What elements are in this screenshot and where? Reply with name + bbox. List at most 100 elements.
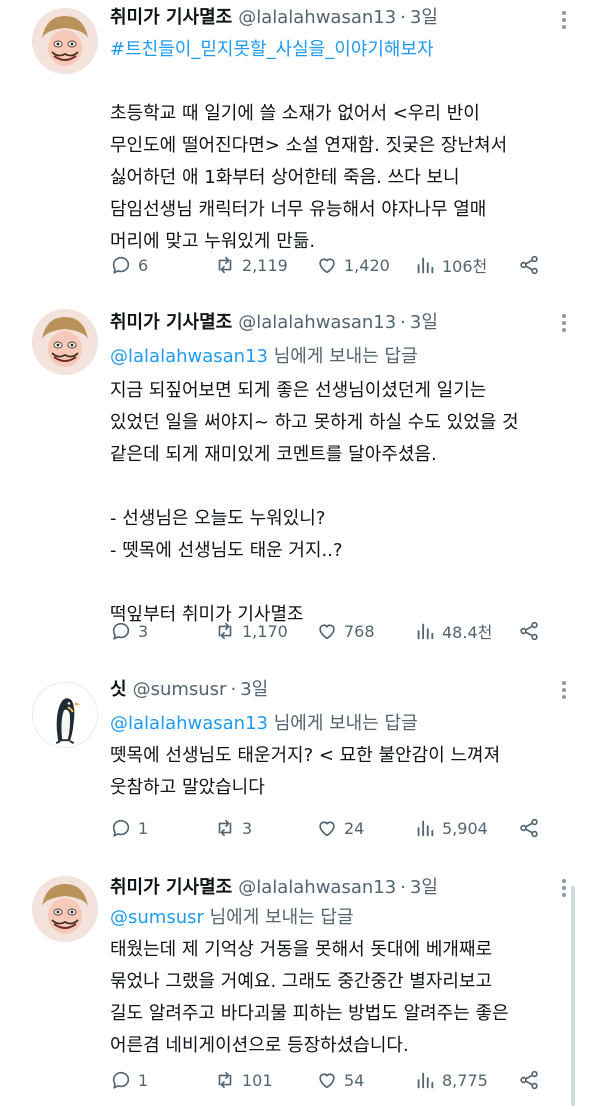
action-bar: 1 101 54 8,775 <box>110 1065 550 1095</box>
views-chart-icon <box>417 257 434 274</box>
retweet-count: 2,119 <box>242 255 288 275</box>
reply-button[interactable]: 1 <box>110 1065 148 1095</box>
timestamp[interactable]: 3일 <box>410 312 438 333</box>
timestamp[interactable]: 3일 <box>410 877 438 898</box>
tweet[interactable]: 싯 @sumsusr · 3일 @lalalahwasan13 님에게 보내는 답글 … <box>0 672 600 867</box>
share-icon <box>520 621 538 641</box>
tweet-text: 초등학교 때 일기에 쓸 소재가 없어서 <우리 반이 무인도에 떨어진다면> … <box>110 103 508 252</box>
views-chart-icon <box>417 1072 434 1089</box>
like-button[interactable]: 1,420 <box>316 250 390 280</box>
heart-icon <box>319 258 335 274</box>
separator-dot: · <box>400 7 406 28</box>
view-count: 106천 <box>442 257 488 276</box>
like-count: 24 <box>344 818 365 838</box>
retweet-count: 1,170 <box>242 621 288 641</box>
reply-count: 1 <box>138 1070 149 1090</box>
retweet-count: 3 <box>242 818 253 838</box>
reply-icon <box>112 1071 130 1089</box>
tweet[interactable]: 취미가 기사멸조 @lalalahwasan13 · 3일 @sumsusr 님에게 … <box>0 872 600 1109</box>
timestamp[interactable]: 3일 <box>240 679 268 700</box>
retweet-button[interactable]: 1,170 <box>214 616 288 646</box>
reply-to-label: 님에게 보내는 답글 <box>267 713 418 734</box>
more-options-icon[interactable] <box>554 309 574 337</box>
tweet-text: 지금 되짚어보면 되게 좋은 선생님이셨던게 일기는 있었던 일을 써야지~ 하… <box>110 380 519 625</box>
share-button[interactable] <box>518 1065 540 1095</box>
action-bar: 6 2,119 1,420 106천 <box>110 250 550 280</box>
tweet[interactable]: 취미가 기사멸조 @lalalahwasan13 · 3일 #트친들이_믿지못할_사실… <box>0 0 600 300</box>
like-count: 1,420 <box>344 255 390 275</box>
tweet-text: 뗏목에 선생님도 태운거지? < 묘한 불안감이 느껴져 웃참하고 말았습니다 <box>110 745 501 798</box>
avatar[interactable] <box>32 309 98 375</box>
like-button[interactable]: 24 <box>316 813 364 843</box>
view-count: 5,904 <box>442 818 488 838</box>
views-chart-icon <box>417 623 434 640</box>
retweet-icon <box>218 622 232 640</box>
reply-mention-link[interactable]: @lalalahwasan13 <box>110 713 268 734</box>
avatar[interactable] <box>32 8 98 74</box>
view-count: 8,775 <box>442 1070 488 1090</box>
retweet-button[interactable]: 2,119 <box>214 250 288 280</box>
retweet-button[interactable]: 3 <box>214 813 252 843</box>
reply-button[interactable]: 1 <box>110 813 148 843</box>
share-button[interactable] <box>518 250 540 280</box>
share-button[interactable] <box>518 813 540 843</box>
more-options-icon[interactable] <box>554 6 574 34</box>
timestamp[interactable]: 3일 <box>410 7 438 28</box>
more-options-icon[interactable] <box>554 676 574 704</box>
retweet-button[interactable]: 101 <box>214 1065 273 1095</box>
replying-to: @lalalahwasan13 님에게 보내는 답글 <box>110 710 418 738</box>
views-button[interactable]: 5,904 <box>414 813 488 843</box>
heart-icon <box>319 821 335 837</box>
like-button[interactable]: 54 <box>316 1065 364 1095</box>
separator-dot: · <box>400 877 406 898</box>
retweet-icon <box>218 1071 232 1089</box>
retweet-icon <box>218 819 232 837</box>
user-handle[interactable]: @lalalahwasan13 <box>238 7 396 28</box>
user-handle[interactable]: @lalalahwasan13 <box>238 312 396 333</box>
retweet-icon <box>218 256 232 274</box>
retweet-count: 101 <box>242 1070 273 1090</box>
separator-dot: · <box>230 679 237 700</box>
reply-count: 3 <box>138 621 149 641</box>
display-name[interactable]: 싯 <box>110 679 127 700</box>
share-icon <box>520 255 538 275</box>
separator-dot: · <box>400 312 406 333</box>
tweet[interactable]: 취미가 기사멸조 @lalalahwasan13 · 3일 @lalalahwasan… <box>0 305 600 665</box>
reply-icon <box>112 622 130 640</box>
avatar[interactable] <box>32 876 98 942</box>
share-icon <box>520 818 538 838</box>
display-name[interactable]: 취미가 기사멸조 <box>110 7 232 28</box>
action-bar: 1 3 24 5,904 <box>110 813 550 843</box>
user-handle[interactable]: @sumsusr <box>133 679 227 700</box>
reply-mention-link[interactable]: @lalalahwasan13 <box>110 346 268 367</box>
views-button[interactable]: 8,775 <box>414 1065 488 1095</box>
reply-button[interactable]: 3 <box>110 616 148 646</box>
heart-icon <box>319 624 335 640</box>
reply-to-label: 님에게 보내는 답글 <box>203 907 354 928</box>
avatar[interactable] <box>32 682 98 748</box>
like-button[interactable]: 768 <box>316 616 375 646</box>
user-handle[interactable]: @lalalahwasan13 <box>238 877 396 898</box>
views-button[interactable]: 48.4천 <box>414 616 492 646</box>
reply-icon <box>112 819 130 837</box>
reply-to-label: 님에게 보내는 답글 <box>267 346 418 367</box>
views-button[interactable]: 106천 <box>414 250 487 280</box>
like-count: 54 <box>344 1070 365 1090</box>
scrollbar[interactable] <box>571 886 575 1106</box>
tweet-text: 태웠는데 제 기억상 거동을 못해서 돗대에 베개째로 묶었나 그랬을 거예요.… <box>110 939 509 1056</box>
share-icon <box>520 1070 538 1090</box>
hashtag-link[interactable]: #트친들이_믿지못할_사실을_이야기해보자 <box>110 36 434 64</box>
reply-mention-link[interactable]: @sumsusr <box>110 907 204 928</box>
display-name[interactable]: 취미가 기사멸조 <box>110 877 232 898</box>
reply-count: 6 <box>138 255 149 275</box>
display-name[interactable]: 취미가 기사멸조 <box>110 312 232 333</box>
heart-icon <box>319 1073 335 1089</box>
like-count: 768 <box>344 621 375 641</box>
replying-to: @lalalahwasan13 님에게 보내는 답글 <box>110 343 418 371</box>
reply-button[interactable]: 6 <box>110 250 148 280</box>
action-bar: 3 1,170 768 48.4천 <box>110 616 550 646</box>
view-count: 48.4천 <box>442 623 493 642</box>
share-button[interactable] <box>518 616 540 646</box>
reply-icon <box>112 256 130 274</box>
reply-count: 1 <box>138 818 149 838</box>
